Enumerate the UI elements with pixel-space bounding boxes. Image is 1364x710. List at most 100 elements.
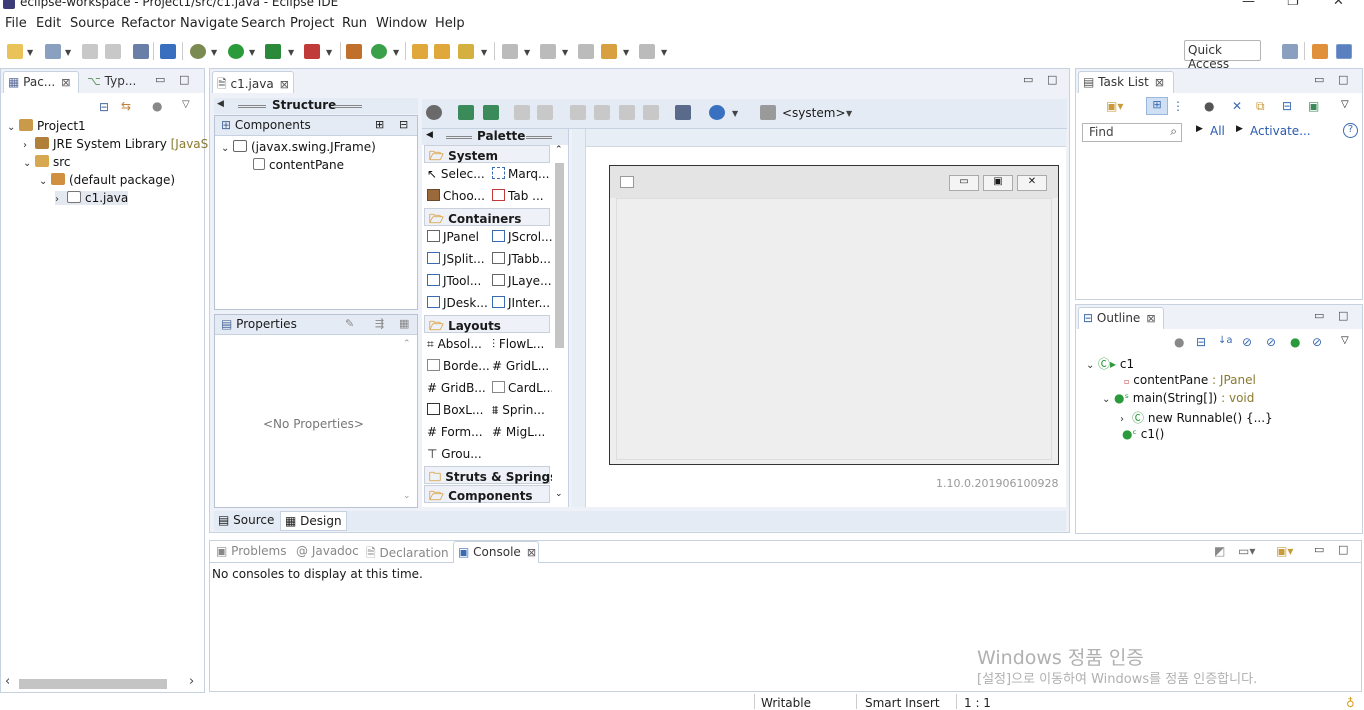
maximize-view-icon[interactable]: □ <box>1338 73 1348 86</box>
java-perspective-icon[interactable] <box>1336 44 1352 59</box>
menu-search[interactable]: Search <box>241 16 286 31</box>
palette-item-flow-layout[interactable]: ⫶ FlowL... <box>492 337 544 352</box>
goto-definition-icon[interactable]: ⇶ <box>375 317 384 330</box>
scroll-up-icon[interactable]: ⌃ <box>403 339 411 349</box>
tab-javadoc[interactable]: @ Javadoc <box>292 541 363 563</box>
open-type-icon[interactable] <box>412 44 428 59</box>
minimize-view-icon[interactable]: ▭ <box>1023 73 1033 86</box>
palette-item-box-layout[interactable]: BoxL... <box>427 403 483 417</box>
outline-anon-runnable[interactable]: › Ⓒ new Runnable() {...} <box>1120 409 1273 426</box>
outline-class-c1[interactable]: ⌄ Ⓒ▸ c1 <box>1086 355 1134 372</box>
palette-item-spring-layout[interactable]: ⩩ Sprin... <box>492 403 545 418</box>
debug-icon[interactable] <box>190 44 206 59</box>
tab-design[interactable]: ▦ Design <box>280 511 347 531</box>
palette-item-jpanel[interactable]: JPanel <box>427 230 479 244</box>
palette-item-mig-layout[interactable]: # MigL... <box>492 425 545 439</box>
palette-item-form-layout[interactable]: # Form... <box>427 425 483 439</box>
collapse-all-icon[interactable]: ⊟ <box>399 118 408 131</box>
tree-item-jre[interactable]: › JRE System Library [JavaSE <box>23 137 216 151</box>
quick-access-input[interactable]: Quick Access <box>1184 40 1261 71</box>
copy-icon[interactable] <box>594 105 610 120</box>
redo-icon[interactable] <box>537 105 553 120</box>
frame-close-icon[interactable]: ✕ <box>1017 175 1047 191</box>
focus-icon[interactable]: ● <box>1204 99 1214 113</box>
collapse-palette-icon[interactable]: ◀ <box>426 130 433 140</box>
hide-static-icon[interactable]: ⊘ <box>1266 335 1276 349</box>
new-java-class-icon[interactable] <box>371 44 387 59</box>
minimize-view-icon[interactable]: ▭ <box>155 73 165 86</box>
tab-package-explorer[interactable]: ▦ Pac... ⊠ <box>3 71 79 93</box>
terminal-icon[interactable] <box>133 44 149 59</box>
save-all-icon[interactable] <box>105 44 121 59</box>
filter-icon[interactable]: ● <box>152 99 162 113</box>
component-content-pane[interactable]: contentPane <box>253 158 344 172</box>
menu-refactor[interactable]: Refactor <box>121 16 176 31</box>
show-advanced-icon[interactable]: ▦ <box>399 317 409 330</box>
new-java-package-icon[interactable] <box>346 44 362 59</box>
design-canvas[interactable]: ▭ ▣ ✕ 1.10.0.201906100928 <box>572 129 1066 507</box>
close-tab-icon[interactable]: ⊠ <box>527 546 536 559</box>
palette-item-tab-order[interactable]: Tab ... <box>492 189 544 203</box>
outline-constructor-c1[interactable]: ●ᶜ c1() <box>1122 427 1164 441</box>
tree-item-default-package[interactable]: ⌄ (default package) <box>39 173 175 187</box>
palette-item-choose[interactable]: Choo... <box>427 189 485 203</box>
tab-console[interactable]: ▣ Console ⊠ <box>453 541 539 563</box>
close-tab-icon[interactable]: ⊠ <box>1155 76 1164 89</box>
palette-item-jdesktoppane[interactable]: JDesk... <box>427 296 488 310</box>
run-icon[interactable] <box>228 44 244 59</box>
refresh-icon[interactable] <box>483 105 499 120</box>
palette-item-gridbag-layout[interactable]: # GridB... <box>427 381 486 395</box>
reparse-icon[interactable] <box>458 105 474 120</box>
jframe-preview[interactable]: ▭ ▣ ✕ <box>609 165 1059 465</box>
previous-annotation-icon[interactable] <box>540 44 556 59</box>
look-and-feel-icon[interactable] <box>760 105 776 120</box>
palette-item-jtabbedpane[interactable]: JTabb... <box>492 252 551 266</box>
menu-help[interactable]: Help <box>435 16 465 31</box>
last-edit-icon[interactable] <box>578 44 594 59</box>
horizontal-scrollbar[interactable]: ‹ › <box>1 674 204 692</box>
hide-fields-icon[interactable]: ⊘ <box>1242 335 1252 349</box>
tab-declaration[interactable]: 🗎 Declaration <box>362 541 453 563</box>
expand-all-icon[interactable]: ⊞ <box>375 118 384 131</box>
tree-item-src[interactable]: ⌄ src <box>23 155 71 169</box>
menu-navigate[interactable]: Navigate <box>180 16 238 31</box>
palette-item-jscrollpane[interactable]: JScrol... <box>492 230 553 244</box>
look-and-feel-select[interactable]: <system> <box>782 106 846 120</box>
outline-method-main[interactable]: ⌄ ●ˢ main(String[]) : void <box>1102 391 1254 405</box>
menu-file[interactable]: File <box>5 16 27 31</box>
tab-problems[interactable]: ▣ Problems <box>212 541 290 563</box>
view-menu-icon[interactable]: ▽ <box>1341 335 1349 346</box>
close-tab-icon[interactable]: ⊠ <box>280 78 289 91</box>
undo-icon[interactable] <box>514 105 530 120</box>
sort-icon[interactable]: ↓a <box>1218 335 1233 346</box>
hide-local-types-icon[interactable]: ⊘ <box>1312 335 1322 349</box>
skip-breakpoints-icon[interactable] <box>160 44 176 59</box>
show-events-icon[interactable]: ✎ <box>345 317 354 330</box>
open-task-icon[interactable] <box>434 44 450 59</box>
palette-category-layouts[interactable]: 🗁 Layouts <box>424 315 550 333</box>
tab-outline[interactable]: ⊟ Outline ⊠ <box>1078 307 1164 329</box>
view-menu-icon[interactable]: ▽ <box>1341 99 1349 110</box>
palette-item-absolute-layout[interactable]: ⌗ Absol... <box>427 337 482 352</box>
display-console-icon[interactable]: ◩ <box>1214 544 1225 558</box>
scheduled-icon[interactable]: ⋮ <box>1172 99 1184 113</box>
menu-edit[interactable]: Edit <box>36 16 61 31</box>
save-icon[interactable] <box>82 44 98 59</box>
test-gui-icon[interactable] <box>426 105 442 120</box>
menu-run[interactable]: Run <box>342 16 367 31</box>
close-tab-icon[interactable]: ⊠ <box>61 76 70 89</box>
coverage-icon[interactable] <box>265 44 281 59</box>
globe-icon[interactable] <box>709 105 725 120</box>
sync-icon[interactable]: ⊟ <box>1282 99 1292 113</box>
java-ee-perspective-icon[interactable] <box>1312 44 1328 59</box>
collapse-left-icon[interactable]: ◀ <box>217 99 224 109</box>
tree-item-project[interactable]: ⌄ Project1 <box>7 119 86 133</box>
next-annotation-icon[interactable] <box>502 44 518 59</box>
categorized-icon[interactable]: ⊞ <box>1146 97 1168 115</box>
cut-icon[interactable] <box>570 105 586 120</box>
task-repo-icon[interactable]: ▣ <box>1308 99 1319 113</box>
outline-field-content-pane[interactable]: ▫ contentPane : JPanel <box>1124 373 1256 387</box>
palette-item-selection[interactable]: ↖ Selec... <box>427 167 485 181</box>
maximize-icon[interactable]: ❐ <box>1287 0 1299 9</box>
paste-icon[interactable] <box>619 105 635 120</box>
